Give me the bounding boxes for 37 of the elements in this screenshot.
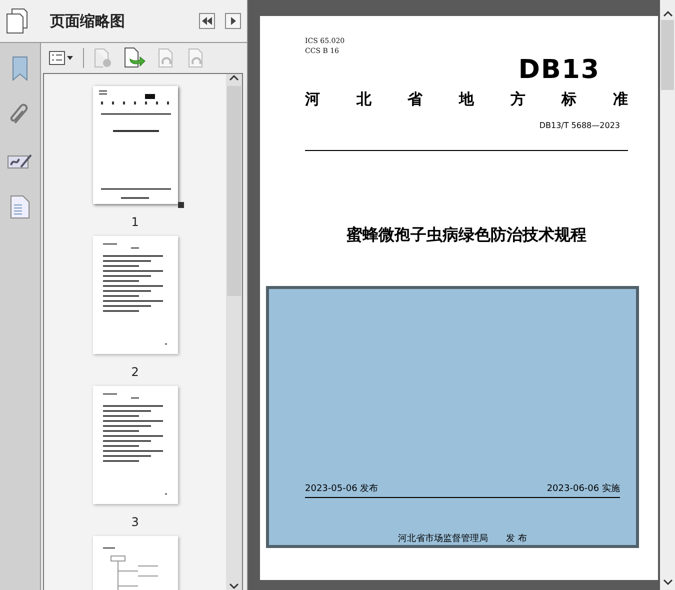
pages-icon [6,8,28,34]
standard-category: 河 [305,90,320,109]
right-arrow-icon [230,17,236,25]
page-insert-icon [124,47,146,69]
scrollbar-thumb[interactable] [227,86,242,296]
issuer: 河北省市场监督管理局 [398,532,488,545]
scroll-up-icon[interactable] [229,74,240,82]
standard-number: DB13/T 5688—2023 [539,121,620,130]
standard-category: 方 [510,90,526,109]
standard-category: 标 [562,90,577,109]
standard-logo: DB13 [518,56,600,84]
document-icon [10,195,30,219]
caret-icon [67,56,73,60]
scroll-down-icon[interactable] [662,578,672,586]
list-options-icon [49,51,65,65]
scroll-up-icon[interactable] [662,10,672,18]
issuer-action: 发 布 [506,532,527,545]
page-number: 2 [131,365,139,379]
double-left-arrow-icon [202,17,212,25]
standard-category: 北 [356,90,372,109]
resize-handle[interactable] [178,202,184,208]
standard-category: 地 [458,90,474,109]
page-number: 1 [131,215,139,229]
standard-category: 准 [612,90,628,109]
page-number: 3 [131,515,139,529]
toolbar-button[interactable] [122,46,148,70]
bookmark-icon [11,56,29,82]
scroll-down-icon[interactable] [229,582,240,590]
next-button[interactable] [225,13,242,29]
scrollbar-thumb[interactable] [661,20,674,90]
document-title: 蜜蜂微孢子虫病绿色防治技术规程 [346,225,586,246]
page-delete-icon [94,48,112,68]
standard-category: 省 [408,90,423,109]
panel-title: 页面缩略图 [50,12,126,30]
effective-date: 2023-06-06 实施 [546,482,620,495]
collapse-panel-button[interactable] [199,13,216,29]
issue-date: 2023-05-06 发布 [305,482,378,495]
